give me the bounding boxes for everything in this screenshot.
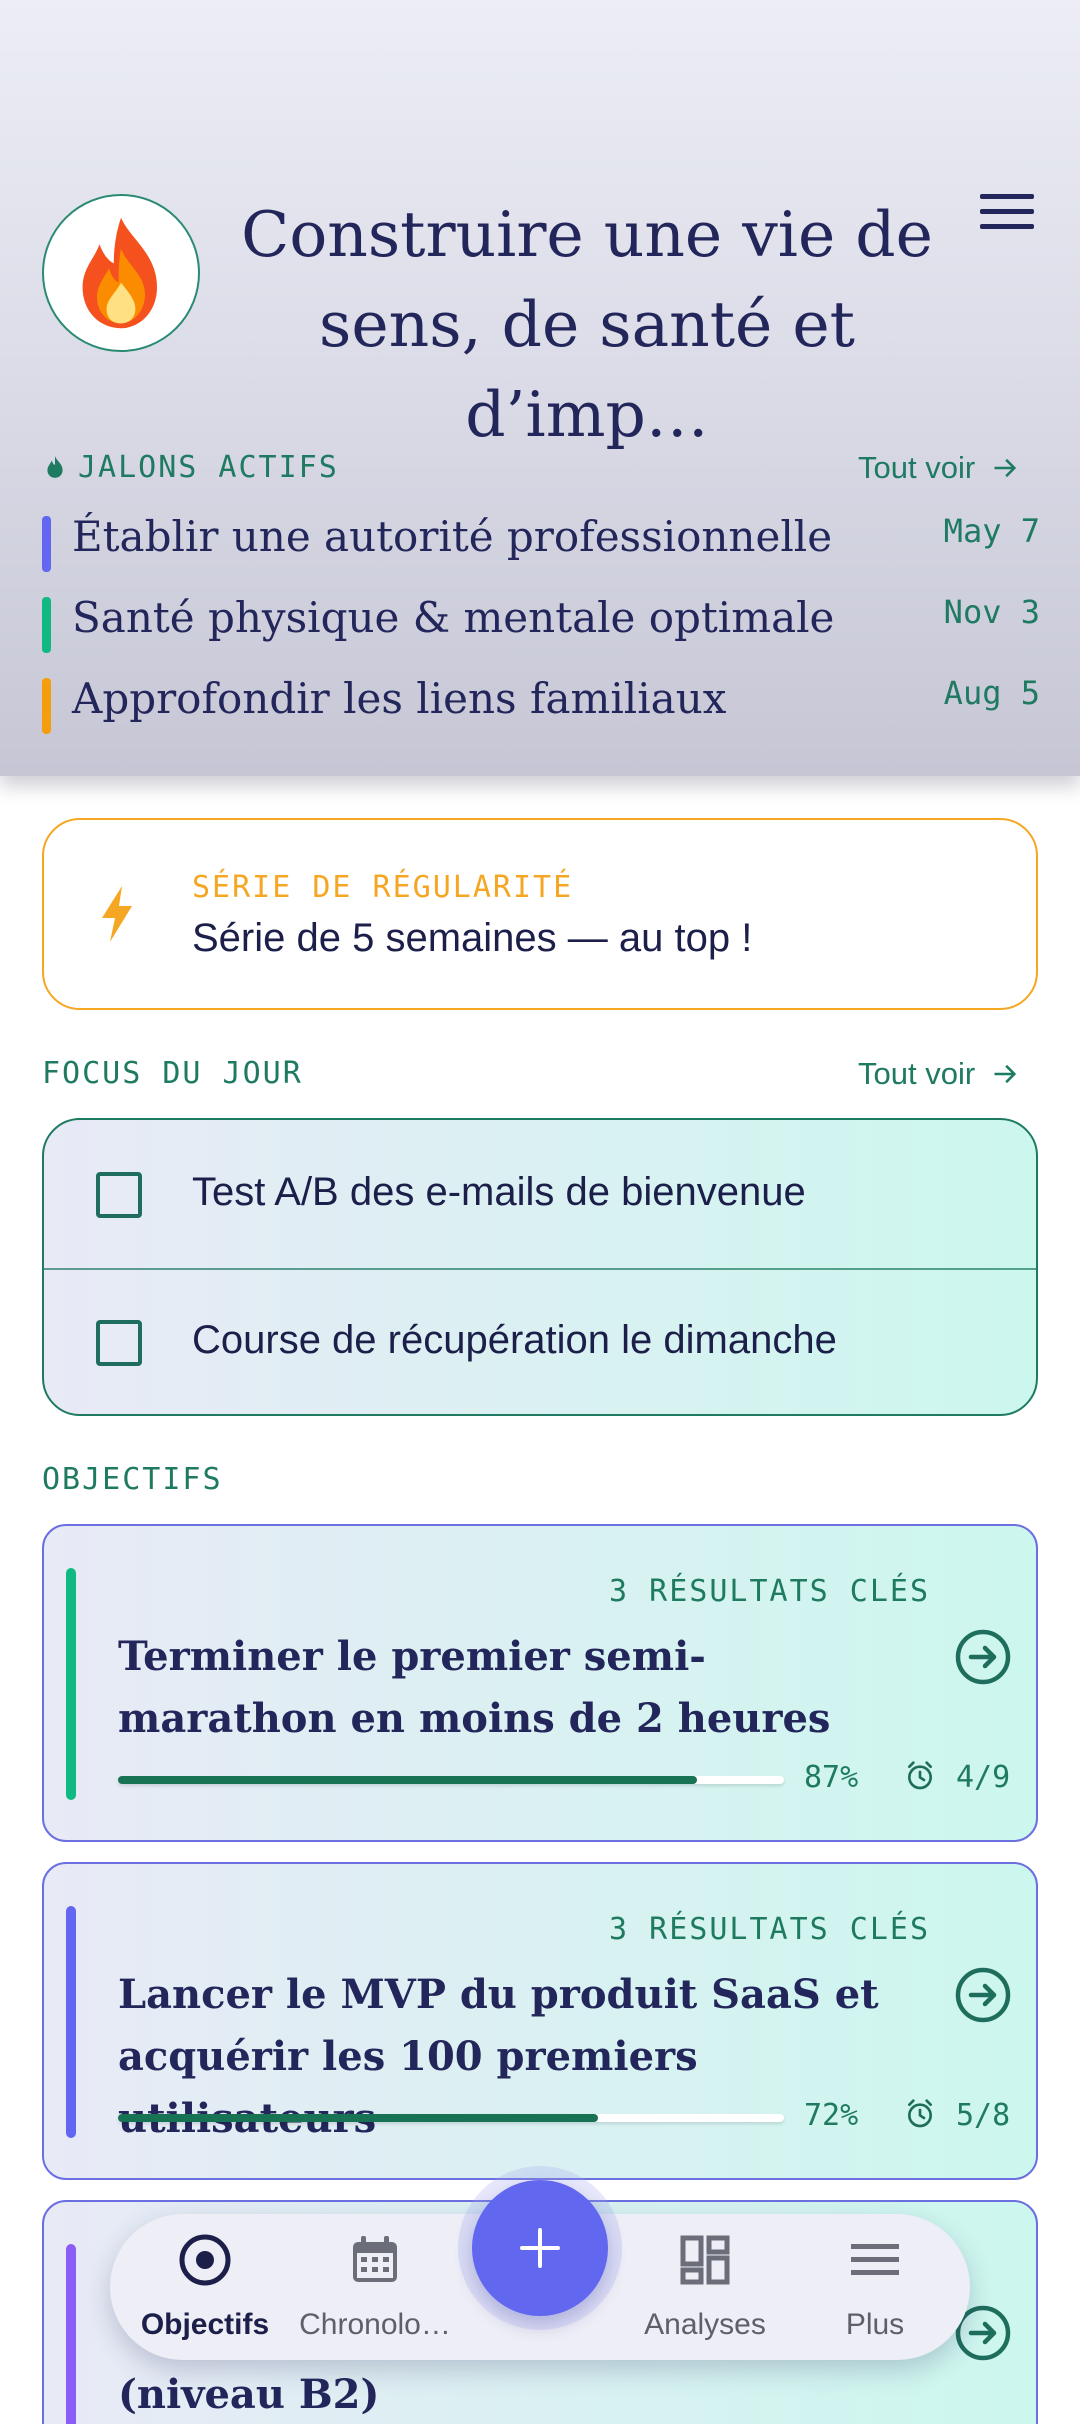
milestone-color-bar xyxy=(42,516,51,572)
milestone-color-bar xyxy=(42,597,51,653)
task-checkbox[interactable] xyxy=(96,1320,142,1366)
calendar-icon xyxy=(353,2236,397,2282)
task-row[interactable]: Course de récupération le dimanche xyxy=(44,1268,1036,1414)
nav-item-chronologie[interactable]: Chronolo… xyxy=(290,2214,460,2360)
milestone-item[interactable]: Santé physique & mentale optimale Nov 3 xyxy=(42,593,1040,653)
milestone-date: Aug 5 xyxy=(943,674,1040,712)
milestones-label: JALONS ACTIFS xyxy=(42,450,339,485)
page-title: Construire une vie de sens, de santé et … xyxy=(241,198,933,451)
nav-item-analyses[interactable]: Analyses xyxy=(620,2214,790,2360)
goal-accent-bar xyxy=(66,2244,76,2424)
milestone-color-bar xyxy=(42,678,51,734)
goal-count: 5/8 xyxy=(956,2098,1011,2133)
alarm-clock-icon xyxy=(908,1761,932,1790)
goal-percent: 72% xyxy=(804,2098,859,2133)
nav-label: Plus xyxy=(845,2308,905,2341)
menu-icon xyxy=(980,194,1034,199)
milestone-date: May 7 xyxy=(943,512,1040,550)
milestone-date: Nov 3 xyxy=(943,593,1040,631)
goal-accent-bar xyxy=(66,1568,76,1800)
task-text: Test A/B des e-mails de bienvenue xyxy=(192,1170,806,1214)
milestone-item[interactable]: Approfondir les liens familiaux Aug 5 xyxy=(42,674,1040,734)
milestone-name: Santé physique & mentale optimale xyxy=(72,593,835,642)
add-button[interactable] xyxy=(472,2180,608,2316)
focus-label: FOCUS DU JOUR xyxy=(42,1056,303,1091)
plus-icon xyxy=(520,2228,560,2268)
focus-see-all-link[interactable]: Tout voir xyxy=(858,1056,1019,1092)
goal-count: 4/9 xyxy=(956,1760,1011,1795)
target-icon xyxy=(179,2234,231,2286)
streak-label: SÉRIE DE RÉGULARITÉ xyxy=(192,870,574,905)
fire-icon xyxy=(82,217,157,329)
task-row[interactable]: Test A/B des e-mails de bienvenue xyxy=(44,1120,1036,1268)
goal-accent-bar xyxy=(66,1906,76,2138)
task-checkbox[interactable] xyxy=(96,1172,142,1218)
header: Construire une vie de sens, de santé et … xyxy=(0,0,1080,776)
alarm-clock-icon xyxy=(908,2099,932,2128)
streak-text: Série de 5 semaines — au top ! xyxy=(192,916,753,960)
goal-progress-bar xyxy=(118,2114,784,2122)
arrow-right-icon xyxy=(994,1064,1017,1084)
goal-card[interactable]: 3 RÉSULTATS CLÉS Lancer le MVP du produi… xyxy=(42,1862,1038,2180)
dashboard-icon xyxy=(680,2235,730,2285)
nav-label: Chronolo… xyxy=(299,2308,451,2341)
goal-title: Lancer le MVP du produit SaaS et acquéri… xyxy=(118,1971,879,2142)
goal-percent: 87% xyxy=(804,1760,859,1795)
arrow-circle-right-icon[interactable] xyxy=(954,1628,1012,1686)
goal-title: (niveau B2) xyxy=(118,2371,380,2418)
milestone-name: Approfondir les liens familiaux xyxy=(72,674,727,723)
goal-progress-bar xyxy=(118,1776,784,1784)
streak-card[interactable]: SÉRIE DE RÉGULARITÉ Série de 5 semaines … xyxy=(42,818,1038,1010)
task-text: Course de récupération le dimanche xyxy=(192,1318,837,1362)
lightning-icon xyxy=(102,886,132,942)
milestones-see-all-link[interactable]: Tout voir xyxy=(858,450,1019,486)
milestone-item[interactable]: Établir une autorité professionnelle May… xyxy=(42,512,1040,572)
focus-card: Test A/B des e-mails de bienvenue Course… xyxy=(42,1118,1038,1416)
menu-button[interactable] xyxy=(980,194,1034,238)
goal-card[interactable]: 3 RÉSULTATS CLÉS Terminer le premier sem… xyxy=(42,1524,1038,1842)
key-results-count: 3 RÉSULTATS CLÉS xyxy=(609,1574,930,1609)
milestone-name: Établir une autorité professionnelle xyxy=(72,512,833,561)
objectives-label: OBJECTIFS xyxy=(42,1462,223,1497)
goal-title: Terminer le premier semi-marathon en moi… xyxy=(118,1633,831,1742)
goal-progress-fill xyxy=(118,2114,598,2122)
nav-item-objectifs[interactable]: Objectifs xyxy=(120,2214,290,2360)
avatar[interactable] xyxy=(42,194,200,352)
menu-icon xyxy=(851,2244,899,2275)
fire-small-icon xyxy=(47,456,63,478)
nav-item-plus[interactable]: Plus xyxy=(790,2214,960,2360)
goal-progress-fill xyxy=(118,1776,698,1784)
arrow-circle-right-icon[interactable] xyxy=(954,1966,1012,2024)
key-results-count: 3 RÉSULTATS CLÉS xyxy=(609,1912,930,1947)
arrow-right-icon xyxy=(994,458,1017,478)
